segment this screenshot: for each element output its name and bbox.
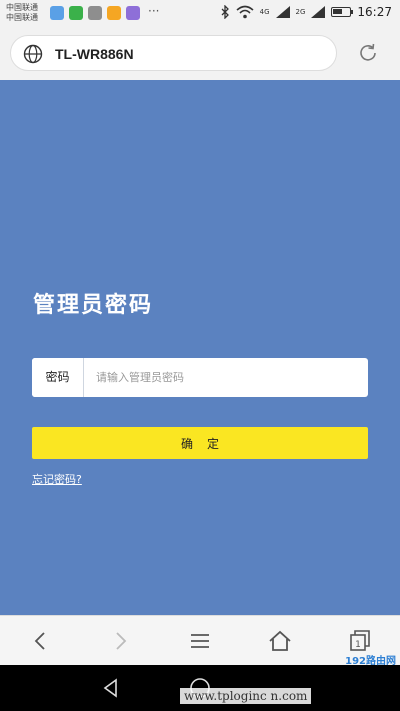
more-notifications-icon: ···	[148, 4, 160, 18]
back-icon[interactable]	[28, 628, 54, 654]
password-label: 密码	[32, 358, 84, 397]
menu-icon[interactable]	[187, 628, 213, 654]
browser-toolbar: TL-WR886N	[0, 28, 400, 80]
forgot-password-link[interactable]: 忘记密码?	[32, 471, 82, 487]
address-bar[interactable]: TL-WR886N	[10, 35, 337, 71]
carrier-line-1: 中国联通	[6, 3, 38, 12]
battery-icon	[331, 7, 354, 17]
network-type-2: 2G	[295, 8, 306, 16]
wifi-icon	[236, 5, 254, 19]
forward-icon[interactable]	[107, 628, 133, 654]
password-field-row: 密码	[32, 358, 368, 397]
app-notification-icon	[107, 6, 121, 20]
wechat-icon	[69, 6, 83, 20]
status-indicators: 4G 2G 16:27	[220, 5, 392, 19]
app-notification-icon	[50, 6, 64, 20]
network-type-1: 4G	[259, 8, 270, 16]
gallery-icon	[88, 6, 102, 20]
reload-icon[interactable]	[357, 42, 379, 64]
password-input[interactable]	[84, 358, 368, 397]
url-text: TL-WR886N	[55, 46, 134, 62]
signal-icon	[275, 6, 290, 18]
page-title: 管理员密码	[33, 292, 154, 318]
battery-level	[333, 9, 343, 14]
watermark-logo: 192路由网	[345, 656, 396, 667]
login-page: 管理员密码 密码 确定 忘记密码?	[0, 80, 400, 615]
app-notification-icon	[126, 6, 140, 20]
svg-text:1: 1	[355, 640, 361, 650]
notification-icons	[50, 6, 140, 20]
bluetooth-icon	[221, 5, 229, 19]
carrier-line-2: 中国联通	[6, 13, 38, 22]
signal-icon	[311, 6, 326, 18]
carrier-info: 中国联通 中国联通	[6, 3, 38, 23]
home-icon[interactable]	[267, 628, 293, 654]
globe-icon	[23, 44, 43, 64]
system-back-icon[interactable]	[100, 677, 122, 699]
clock: 16:27	[357, 5, 392, 19]
watermark-url: www.tploginc n.com	[180, 688, 312, 704]
status-bar: 中国联通 中国联通 ··· 4G 2G 16:27	[0, 0, 400, 28]
confirm-button[interactable]: 确定	[32, 427, 368, 459]
browser-nav-bar: 1	[0, 615, 400, 665]
tabs-icon[interactable]: 1	[347, 628, 373, 654]
